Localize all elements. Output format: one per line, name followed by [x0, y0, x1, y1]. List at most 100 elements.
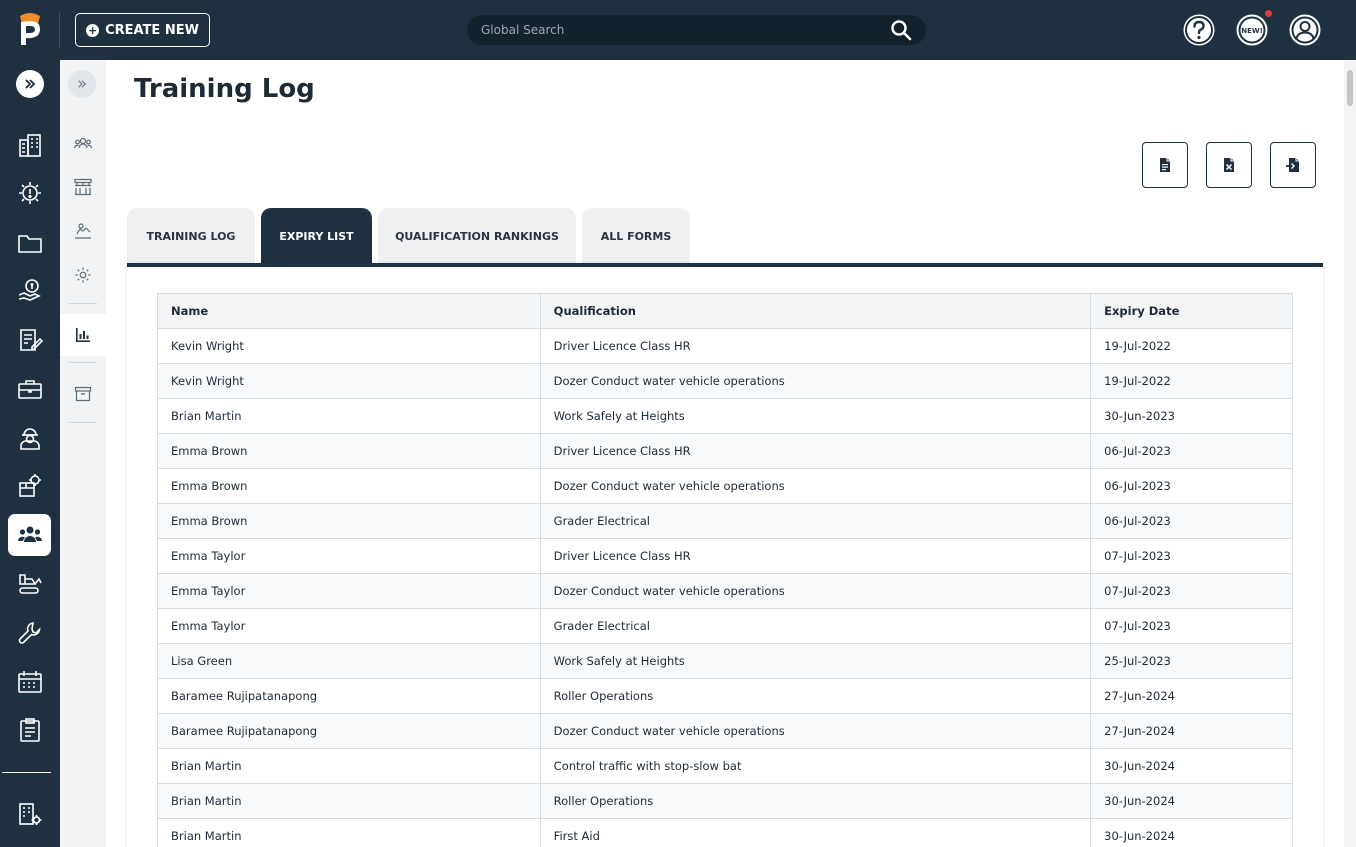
table-row[interactable]: Emma Taylor Driver Licence Class HR 07-Jul…: [157, 538, 1293, 574]
table-row[interactable]: Baramee Rujipatanapong Roller Operations 2…: [157, 678, 1293, 714]
sidebar-item-company-settings[interactable]: [8, 793, 51, 835]
cell-name: Lisa Green: [157, 643, 541, 679]
sidebar-item-hazards[interactable]: [8, 172, 51, 214]
sub-item-training-log[interactable]: [60, 314, 106, 356]
cell-qualification: Dozer Conduct water vehicle operations: [539, 573, 1092, 609]
table-row[interactable]: Brian Martin Control traffic with stop-sl…: [157, 748, 1293, 784]
table-row[interactable]: Brian Martin Roller Operations 30-Jun-2024: [157, 783, 1293, 819]
cell-qualification: Control traffic with stop-slow bat: [539, 748, 1092, 784]
table-row[interactable]: Kevin Wright Dozer Conduct water vehicle …: [157, 363, 1293, 399]
export-pdf-button[interactable]: [1142, 142, 1188, 188]
sidebar-divider: [2, 772, 51, 773]
cell-expiry-date: 06-Jul-2023: [1090, 468, 1293, 504]
cell-qualification: Work Safely at Heights: [539, 643, 1092, 679]
top-bar: + CREATE NEW NEW!: [0, 0, 1356, 60]
page-scrollbar[interactable]: [1344, 60, 1356, 847]
cell-qualification: Dozer Conduct water vehicle operations: [539, 713, 1092, 749]
tab-qualification-rankings[interactable]: QUALIFICATION RANKINGS: [378, 208, 576, 264]
report-chart-icon: [76, 328, 90, 342]
cell-name: Baramee Rujipatanapong: [157, 713, 541, 749]
sidebar-item-calendar[interactable]: [8, 661, 51, 703]
table-row[interactable]: Emma Taylor Dozer Conduct water vehicle o…: [157, 573, 1293, 609]
create-new-button[interactable]: + CREATE NEW: [75, 13, 210, 47]
table-header-row: Name Qualification Expiry Date: [157, 293, 1293, 329]
sidebar-item-plant[interactable]: [8, 563, 51, 605]
cell-qualification: Grader Electrical: [539, 608, 1092, 644]
excavator-icon: [18, 574, 42, 594]
cell-name: Baramee Rujipatanapong: [157, 678, 541, 714]
tab-expiry-list[interactable]: EXPIRY LIST: [261, 208, 372, 264]
export-excel-button[interactable]: [1206, 142, 1252, 188]
global-search: [467, 15, 926, 45]
expiry-list-panel: Name Qualification Expiry Date Kevin Wri…: [127, 263, 1323, 847]
sub-item-settings[interactable]: [60, 254, 106, 296]
notification-badge: [1265, 10, 1272, 17]
clipboard-icon: [19, 718, 40, 742]
app-logo-icon[interactable]: [14, 12, 46, 48]
people-group-icon: [17, 526, 42, 542]
cell-qualification: Driver Licence Class HR: [539, 433, 1092, 469]
import-file-button[interactable]: [1270, 142, 1316, 188]
table-row[interactable]: Lisa Green Work Safely at Heights 25-Jul-2…: [157, 643, 1293, 679]
create-new-label: CREATE NEW: [105, 22, 199, 38]
table-row[interactable]: Kevin Wright Driver Licence Class HR 19-Ju…: [157, 328, 1293, 364]
whats-new-icon[interactable]: NEW!: [1235, 13, 1269, 47]
sidebar-item-checklists[interactable]: [8, 709, 51, 751]
expiry-table: Name Qualification Expiry Date Kevin Wri…: [157, 293, 1293, 847]
sub-item-org-chart[interactable]: [60, 166, 106, 208]
plus-circle-icon: +: [86, 23, 100, 37]
sidebar-item-maintenance[interactable]: [8, 612, 51, 654]
cell-name: Kevin Wright: [157, 328, 541, 364]
table-row[interactable]: Emma Brown Driver Licence Class HR 06-Jul-…: [157, 433, 1293, 469]
sidebar-item-contractors[interactable]: [8, 417, 51, 459]
table-row[interactable]: Emma Taylor Grader Electrical 07-Jul-2023: [157, 608, 1293, 644]
global-search-input[interactable]: [481, 23, 890, 37]
sidebar-item-people[interactable]: [8, 514, 51, 556]
tab-training-log[interactable]: TRAINING LOG: [127, 208, 255, 264]
table-row[interactable]: Emma Brown Dozer Conduct water vehicle op…: [157, 468, 1293, 504]
sidebar-item-documents[interactable]: [8, 222, 51, 264]
user-profile-icon[interactable]: [1288, 13, 1322, 47]
sidebar-item-forms[interactable]: [8, 319, 51, 361]
help-icon[interactable]: [1182, 13, 1216, 47]
column-header-qualification[interactable]: Qualification: [539, 293, 1092, 329]
excel-file-icon: [1224, 158, 1234, 172]
table-row[interactable]: Baramee Rujipatanapong Dozer Conduct wate…: [157, 713, 1293, 749]
org-chart-icon: [74, 178, 92, 196]
cell-name: Brian Martin: [157, 783, 541, 819]
tab-bar: TRAINING LOG EXPIRY LIST QUALIFICATION R…: [127, 208, 690, 264]
cell-qualification: Grader Electrical: [539, 503, 1092, 539]
cell-qualification: Roller Operations: [539, 783, 1092, 819]
secondary-sidebar: [60, 60, 106, 847]
column-header-name[interactable]: Name: [157, 293, 541, 329]
cell-qualification: Roller Operations: [539, 678, 1092, 714]
cell-qualification: Dozer Conduct water vehicle operations: [539, 363, 1092, 399]
table-row[interactable]: Brian Martin First Aid 30-Jun-2024: [157, 818, 1293, 847]
cell-name: Emma Taylor: [157, 608, 541, 644]
cell-expiry-date: 19-Jul-2022: [1090, 363, 1293, 399]
cell-expiry-date: 07-Jul-2023: [1090, 573, 1293, 609]
table-row[interactable]: Emma Brown Grader Electrical 06-Jul-2023: [157, 503, 1293, 539]
users-icon: [74, 137, 92, 149]
worker-icon: [19, 428, 40, 450]
sidebar-item-buildings[interactable]: [8, 124, 51, 166]
sub-item-archive[interactable]: [60, 373, 106, 415]
scrollbar-thumb[interactable]: [1347, 70, 1353, 106]
cell-name: Brian Martin: [157, 748, 541, 784]
calendar-icon: [17, 671, 42, 693]
sidebar-item-finance[interactable]: [8, 269, 51, 311]
sidebar-item-jobs[interactable]: [8, 368, 51, 410]
table-row[interactable]: Brian Martin Work Safely at Heights 30-Jun…: [157, 398, 1293, 434]
tab-all-forms[interactable]: ALL FORMS: [582, 208, 690, 264]
cell-expiry-date: 07-Jul-2023: [1090, 538, 1293, 574]
cell-name: Emma Brown: [157, 503, 541, 539]
search-icon[interactable]: [890, 19, 912, 41]
column-header-expiry-date[interactable]: Expiry Date: [1090, 293, 1293, 329]
sub-item-people[interactable]: [60, 122, 106, 164]
cell-qualification: Work Safely at Heights: [539, 398, 1092, 434]
secondary-sidebar-expand-button[interactable]: [68, 70, 96, 98]
sidebar-item-assets[interactable]: [8, 465, 51, 507]
sub-item-training[interactable]: [60, 210, 106, 252]
sidebar-expand-button[interactable]: [16, 70, 44, 98]
cell-name: Emma Taylor: [157, 573, 541, 609]
